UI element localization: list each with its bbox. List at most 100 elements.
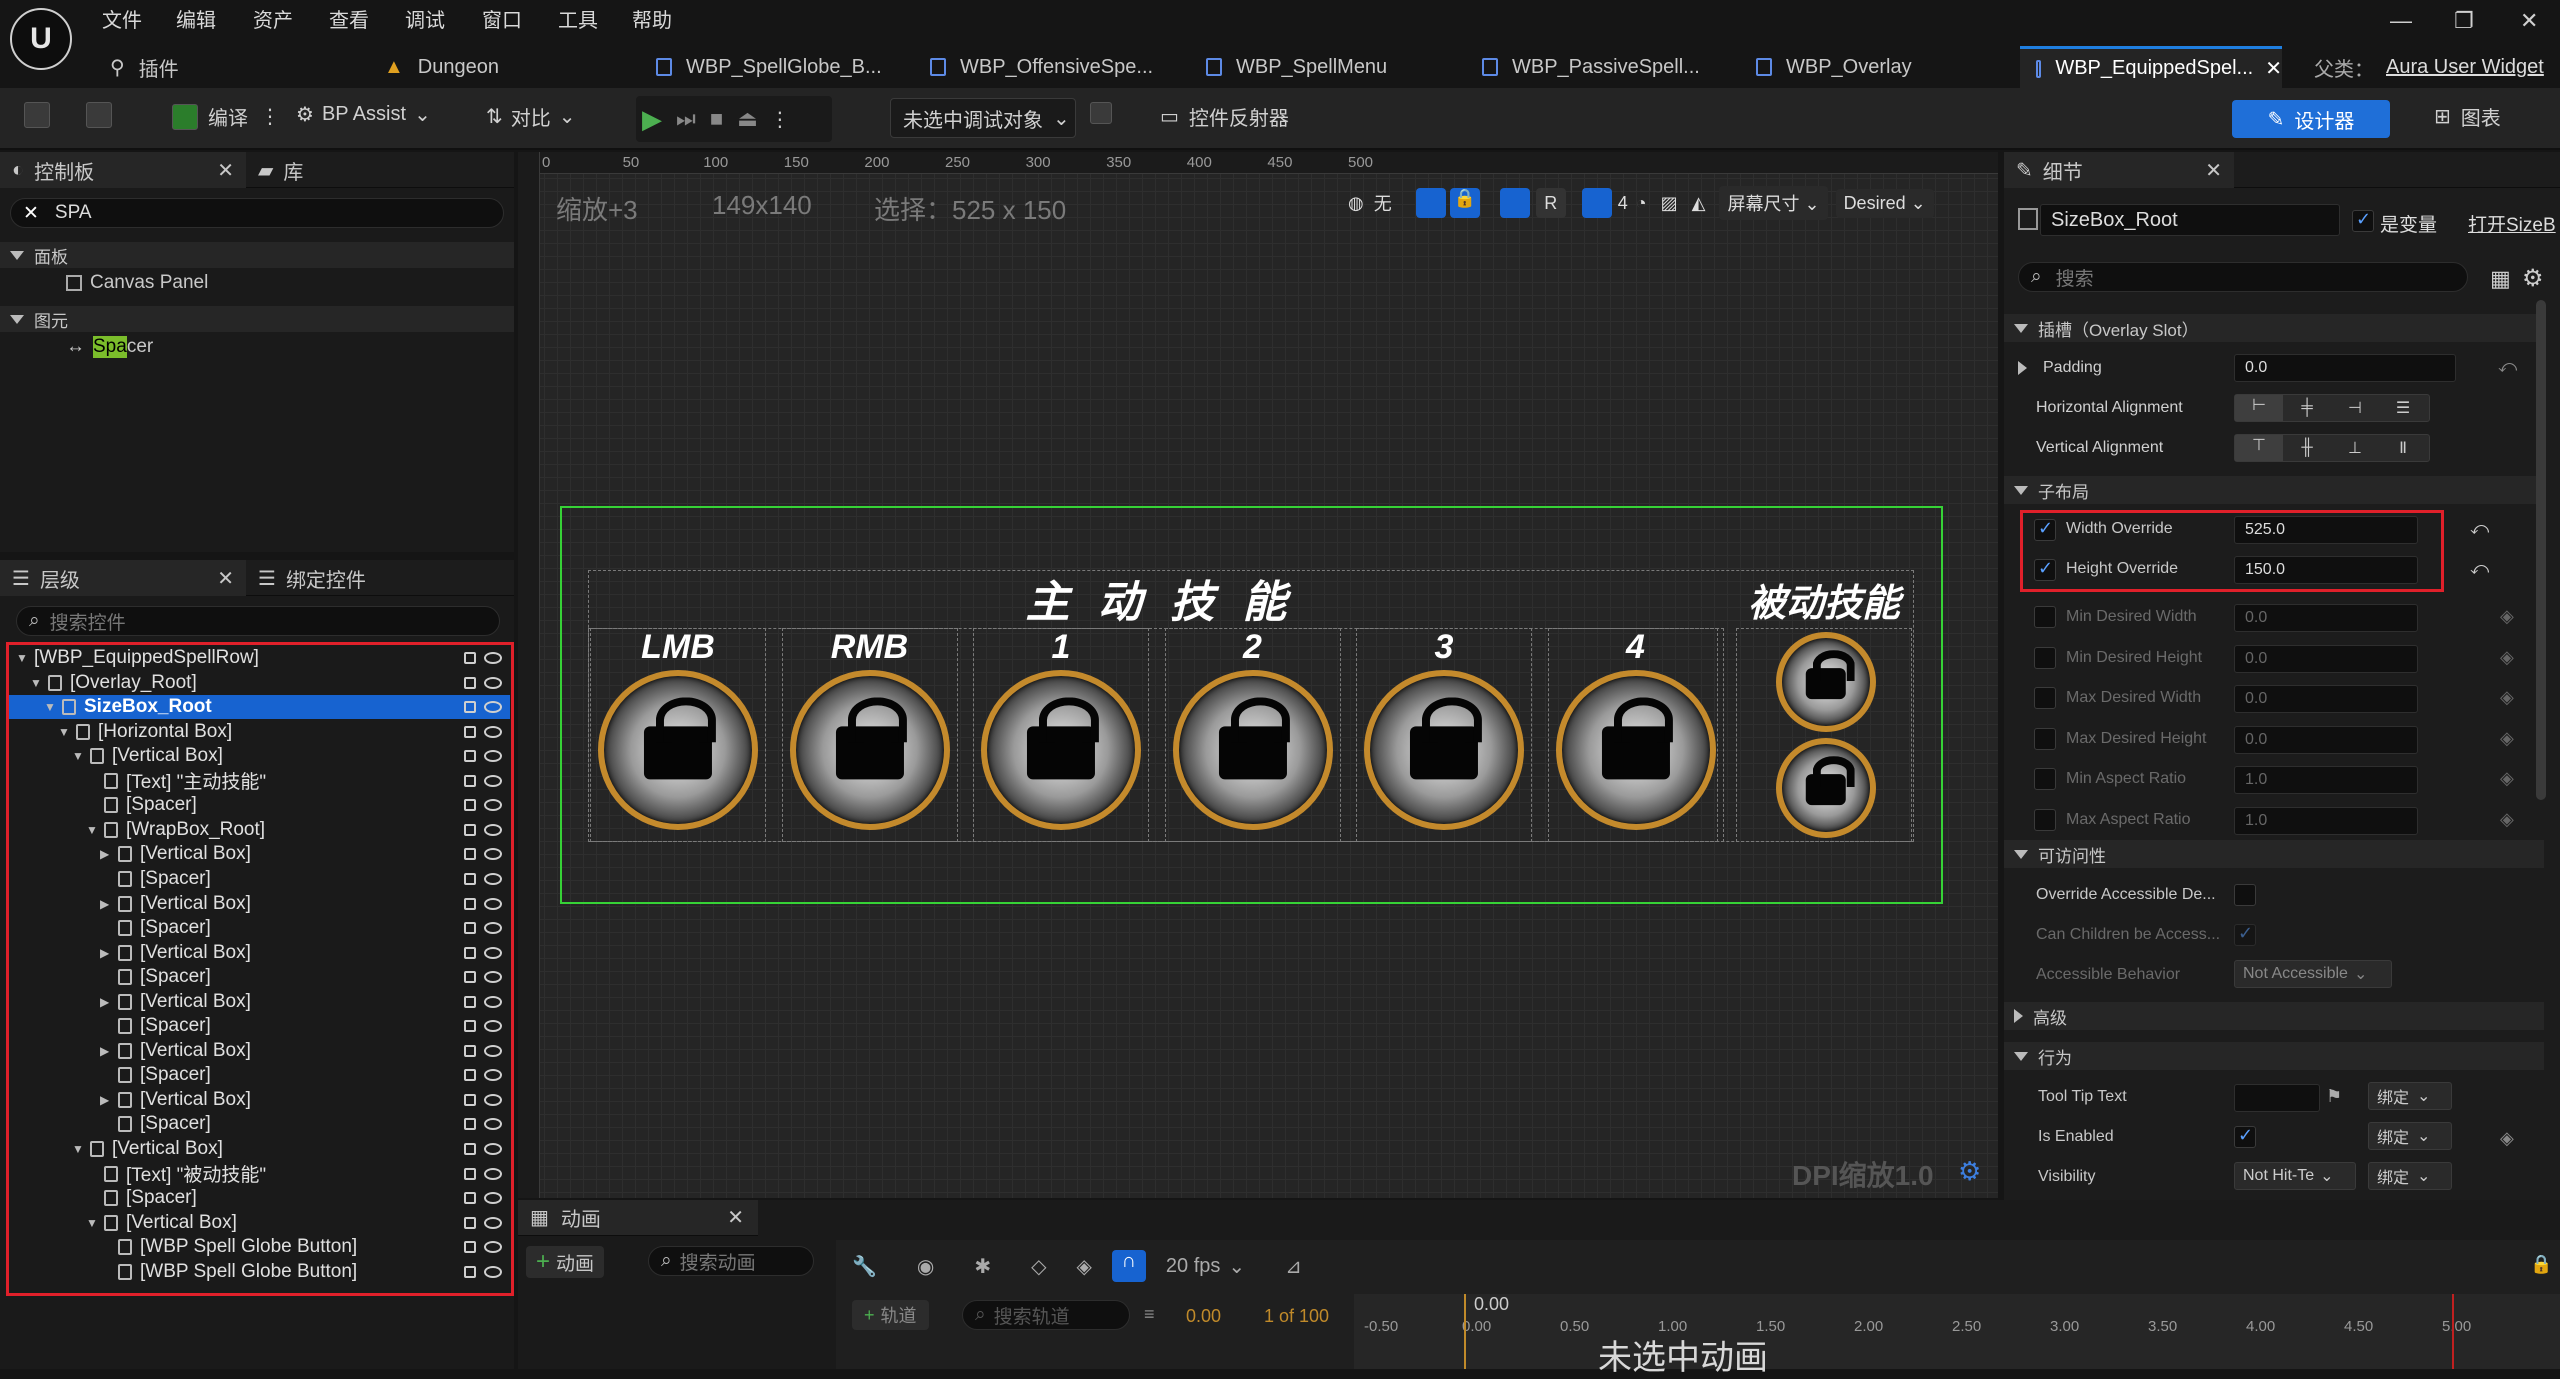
spell-globe-button[interactable] (1172, 670, 1333, 830)
menu-tools[interactable]: 工具 (558, 4, 598, 33)
tooltip-bind-dropdown[interactable]: 绑定 ⌄ (2368, 1082, 2452, 1110)
visibility-bind-dropdown[interactable]: 绑定 ⌄ (2368, 1162, 2452, 1190)
close-tab-icon[interactable]: ✕ (2265, 56, 2282, 81)
open-sizebox-link[interactable]: 打开SizeB (2468, 210, 2558, 237)
layout-icon[interactable] (1415, 188, 1446, 218)
tab-bind-widgets[interactable]: ☰ 绑定控件 (246, 560, 366, 596)
transform-icon[interactable]: ✱ (974, 1254, 991, 1279)
section-child-layout[interactable]: 子布局 (2004, 476, 2544, 504)
section-behavior[interactable]: 行为 (2004, 1042, 2544, 1070)
respect-locks-icon[interactable] (1499, 188, 1530, 218)
snap-icon[interactable]: ∩ (1111, 1250, 1146, 1282)
section-slot[interactable]: 插槽（Overlay Slot） (2004, 314, 2544, 342)
flag-icon[interactable]: ⚑ (2326, 1086, 2342, 1107)
settings-gear-icon[interactable]: ⚙ (2522, 264, 2544, 293)
keyframe-icon[interactable]: ◈ (2500, 687, 2514, 708)
tab-equippedspell[interactable]: WBP_EquippedSpel... ✕ (2020, 46, 2282, 88)
unreal-logo-icon[interactable]: U (10, 8, 72, 70)
align-center-icon[interactable]: ╪ (2283, 399, 2331, 417)
align-fill-icon[interactable]: ☰ (2379, 398, 2427, 418)
close-icon[interactable]: ✕ (217, 158, 234, 183)
section-advanced[interactable]: 高级 (2004, 1002, 2544, 1030)
debug-find-icon[interactable] (1090, 102, 1112, 124)
image-icon[interactable]: ▨ (1661, 193, 1678, 214)
tab-offensive[interactable]: WBP_OffensiveSpe... (930, 46, 1153, 88)
menu-edit[interactable]: 编辑 (176, 4, 216, 33)
play-icon[interactable]: ▶ (642, 104, 662, 135)
tab-overlay[interactable]: WBP_Overlay (1756, 46, 1912, 88)
step-icon[interactable]: ⏭ (676, 106, 696, 132)
palette-section-primitive[interactable]: 图元 (0, 306, 514, 332)
tab-dungeon[interactable]: ▲ Dungeon (384, 46, 499, 88)
palette-item-canvas-panel[interactable]: Canvas Panel (66, 272, 208, 294)
keyframe-icon[interactable]: ◈ (2500, 1128, 2514, 1149)
close-icon[interactable]: ✕ (727, 1205, 744, 1230)
close-icon[interactable]: ✕ (2205, 158, 2222, 183)
wrench-icon[interactable]: 🔧 (852, 1254, 877, 1279)
menu-debug[interactable]: 调试 (405, 4, 445, 33)
align-vfill-icon[interactable]: Ⅱ (2379, 438, 2427, 458)
is-enabled-checkbox[interactable] (2234, 1125, 2256, 1148)
menu-asset[interactable]: 资产 (253, 4, 293, 33)
localization-label[interactable]: 无 (1374, 190, 1392, 216)
tab-passive[interactable]: WBP_PassiveSpell... (1482, 46, 1700, 88)
browse-icon[interactable] (86, 102, 112, 128)
globe-icon[interactable]: ◍ (1348, 193, 1364, 214)
diff-button[interactable]: ⇅ 对比 ⌄ (486, 102, 576, 131)
curve-editor-icon[interactable]: ⊿ (1285, 1254, 1302, 1279)
section-accessibility[interactable]: 可访问性 (2004, 840, 2544, 868)
tab-spellglobe[interactable]: WBP_SpellGlobe_B... (656, 46, 882, 88)
spell-globe-button[interactable] (789, 670, 950, 830)
reset-height-icon[interactable]: ⤺ (2470, 558, 2489, 579)
close-window-icon[interactable]: ✕ (2520, 8, 2538, 34)
override-checkbox[interactable] (2034, 646, 2056, 669)
fps-dropdown[interactable]: 20 fps (1166, 1255, 1220, 1278)
desired-dropdown[interactable]: Desired ⌄ (1835, 188, 1934, 218)
playhead[interactable] (1464, 1294, 1466, 1369)
keyframe-icon[interactable]: ◈ (2500, 728, 2514, 749)
visibility-dropdown[interactable]: Not Hit-Te ⌄ (2234, 1162, 2356, 1190)
keyframe-icon[interactable]: ◇ (1031, 1254, 1046, 1279)
tab-plugins[interactable]: ⚲ 插件 (110, 46, 179, 88)
tab-spellmenu[interactable]: WBP_SpellMenu (1206, 46, 1387, 88)
align-left-icon[interactable]: ⊢ (2235, 395, 2283, 421)
table-view-icon[interactable]: ▦ (2490, 266, 2511, 292)
tooltip-input[interactable] (2234, 1084, 2320, 1112)
v-align-buttons[interactable]: ⊤ ╫ ⊥ Ⅱ (2234, 434, 2430, 462)
override-checkbox[interactable] (2034, 606, 2056, 628)
palette-section-panel[interactable]: 面板 (0, 242, 514, 268)
minimize-icon[interactable]: — (2390, 8, 2412, 34)
tab-details[interactable]: ✎ 细节 ✕ (2004, 151, 2234, 188)
animation-search-input[interactable]: ⌕ 搜索动画 (648, 1246, 814, 1276)
padding-input[interactable]: 0.0 (2234, 354, 2456, 382)
details-search-input[interactable]: ⌕ 搜索 (2018, 262, 2468, 292)
is-variable-checkbox[interactable] (2352, 209, 2374, 232)
lock-icon[interactable]: 🔒 (1449, 188, 1480, 218)
animation-tab-label[interactable]: 动画 (561, 1203, 601, 1232)
spell-globe-button[interactable] (981, 670, 1141, 830)
restore-icon[interactable]: ❐ (2454, 8, 2474, 34)
align-right-icon[interactable]: ⊣ (2331, 398, 2379, 418)
keyframe-icon[interactable]: ◈ (2500, 768, 2514, 789)
parent-class-link[interactable]: Aura User Widget (2386, 56, 2544, 79)
tab-hierarchy[interactable]: ☰ 层级 ✕ (0, 559, 246, 596)
grid-icon[interactable] (1581, 188, 1612, 218)
eject-icon[interactable]: ⏏ (737, 106, 758, 132)
r-toggle[interactable]: R (1535, 188, 1566, 218)
bp-assist-button[interactable]: ⚙ BP Assist ⌄ (296, 102, 431, 127)
dpi-settings-icon[interactable]: ⚙ (1958, 1156, 1981, 1187)
pan-icon[interactable]: ◔ (1636, 193, 1647, 214)
lock-icon[interactable]: 🔒 (2530, 1254, 2552, 1275)
tab-palette[interactable]: ◐ 控制板 ✕ (0, 151, 246, 188)
graph-button[interactable]: ⊞ 图表 (2434, 102, 2501, 131)
override-checkbox[interactable] (2034, 809, 2056, 831)
spell-globe-button[interactable] (598, 670, 758, 830)
override-checkbox[interactable] (2034, 687, 2056, 710)
keyframe-icon[interactable]: ◈ (2500, 606, 2514, 627)
save-icon[interactable] (24, 102, 50, 128)
override-checkbox[interactable] (2034, 727, 2056, 750)
menu-window[interactable]: 窗口 (482, 4, 522, 33)
close-icon[interactable]: ✕ (217, 566, 234, 591)
clear-search-icon[interactable]: ✕ (23, 202, 39, 225)
details-scrollbar[interactable] (2536, 300, 2546, 800)
